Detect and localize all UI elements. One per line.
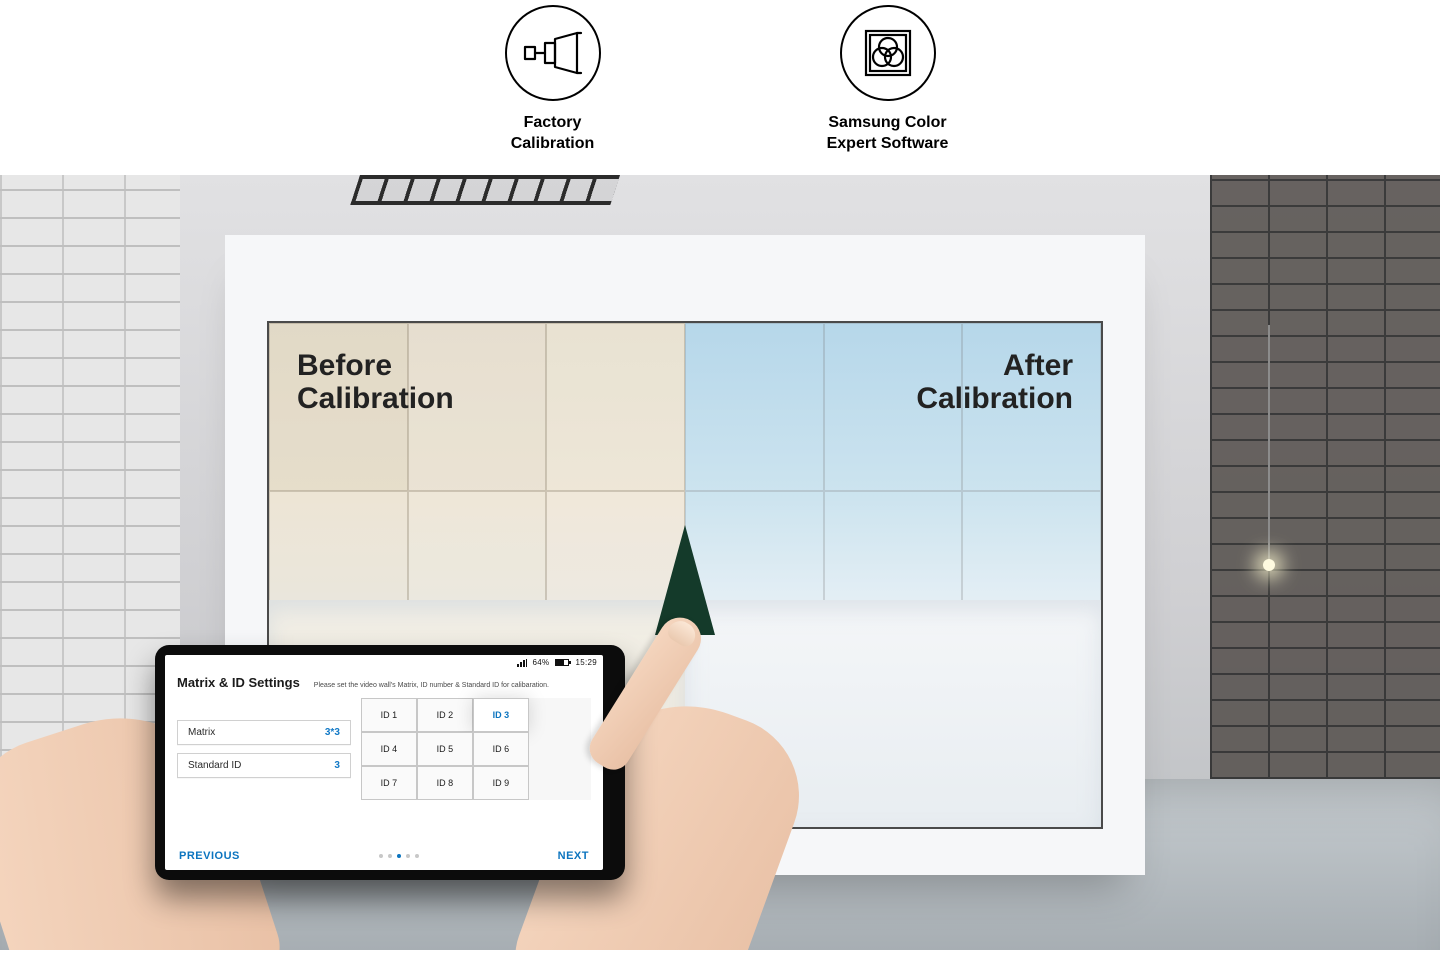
before-calibration-label: Before Calibration [297,349,454,415]
ceiling-grid [350,175,620,205]
id-cell-2[interactable]: ID 2 [417,698,473,732]
matrix-setting[interactable]: Matrix 3*3 [177,720,351,745]
standard-id-label: Standard ID [188,760,241,771]
id-cell-4[interactable]: ID 4 [361,732,417,766]
brick-wall-right [1210,175,1440,780]
app-subtitle: Please set the video wall's Matrix, ID n… [314,682,591,689]
feature-color-expert: Samsung Color Expert Software [808,5,968,155]
feature-factory-calibration: Factory Calibration [473,5,633,155]
tree-icon [655,525,715,635]
after-calibration-label: After Calibration [916,349,1073,415]
standard-id-value: 3 [334,760,340,771]
id-cell-1[interactable]: ID 1 [361,698,417,732]
app-footer: PREVIOUS NEXT [165,844,603,870]
color-expert-icon [840,5,936,101]
id-cell-6[interactable]: ID 6 [473,732,529,766]
phone-screen: 64% 15:29 Matrix & ID Settings Please se… [165,655,603,870]
smartphone: 64% 15:29 Matrix & ID Settings Please se… [155,645,625,880]
factory-calibration-icon [505,5,601,101]
hanging-lamp [1268,325,1270,565]
battery-text: 64% [533,658,550,667]
id-cell-3[interactable]: ID 3 [473,698,529,732]
video-wall-after: After Calibration [685,323,1101,827]
previous-button[interactable]: PREVIOUS [179,850,240,862]
page-dots [379,854,419,858]
id-cell-9[interactable]: ID 9 [473,766,529,800]
brick-wall-left [0,175,180,780]
battery-icon [555,659,569,666]
next-button[interactable]: NEXT [558,850,589,862]
signal-icon [517,659,527,667]
settings-column: Matrix 3*3 Standard ID 3 [177,698,351,800]
standard-id-setting[interactable]: Standard ID 3 [177,753,351,778]
feature-label: Samsung Color Expert Software [827,113,949,155]
id-cell-7[interactable]: ID 7 [361,766,417,800]
hero-scene: Before Calibration After Calibration 64%… [0,175,1440,950]
id-cell-5[interactable]: ID 5 [417,732,473,766]
app-body: Matrix 3*3 Standard ID 3 ID 1 ID 2 ID 3 [165,698,603,800]
id-grid-column: ID 1 ID 2 ID 3 ID 4 ID 5 ID 6 ID 7 ID 8 … [361,698,591,800]
status-bar: 64% 15:29 [165,655,603,671]
app-header: Matrix & ID Settings Please set the vide… [165,671,603,698]
matrix-value: 3*3 [325,727,340,738]
id-cell-8[interactable]: ID 8 [417,766,473,800]
app-title: Matrix & ID Settings [177,675,300,690]
id-grid: ID 1 ID 2 ID 3 ID 4 ID 5 ID 6 ID 7 ID 8 … [361,698,591,800]
clock-text: 15:29 [575,658,597,667]
snow-ground [685,600,1101,827]
feature-label: Factory Calibration [511,113,595,155]
matrix-label: Matrix [188,727,215,738]
feature-row: Factory Calibration Samsung Color Expert… [0,0,1440,175]
